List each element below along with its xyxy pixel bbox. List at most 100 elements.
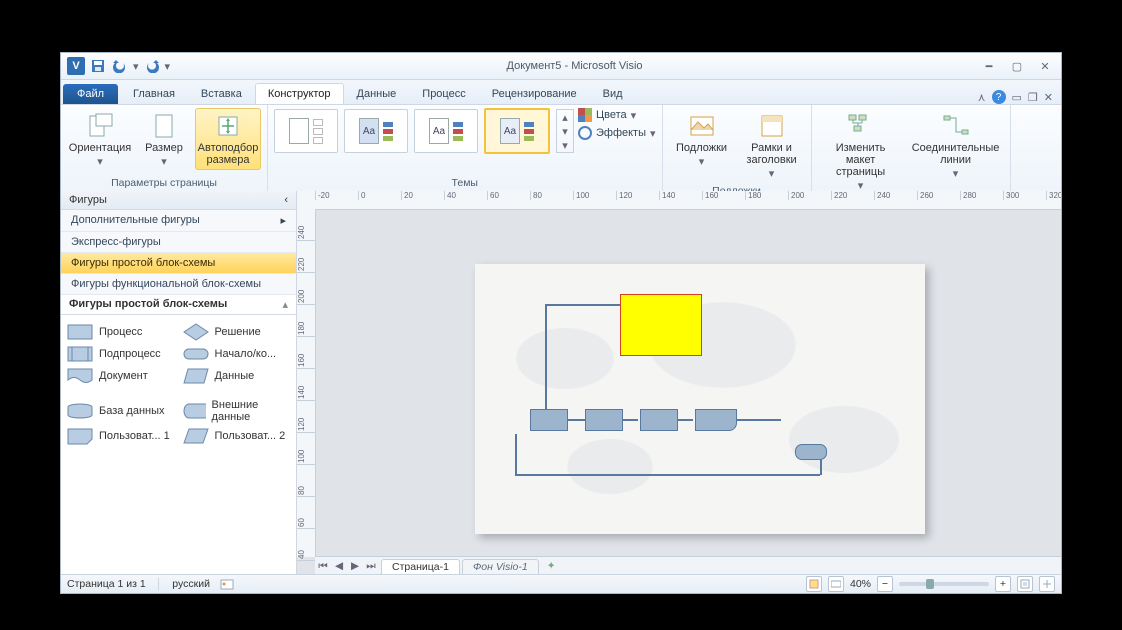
window-restore-doc-icon[interactable]: ❐: [1028, 91, 1038, 104]
shape-subprocess[interactable]: Подпроцесс: [67, 345, 175, 363]
flowchart-shape[interactable]: [640, 409, 678, 431]
tab-design[interactable]: Конструктор: [255, 83, 344, 104]
effects-button[interactable]: Эффекты ▾: [578, 126, 656, 140]
view-fullscreen-icon[interactable]: [828, 576, 844, 592]
window-minimize-doc-icon[interactable]: ▭: [1012, 91, 1022, 104]
zoom-slider[interactable]: [899, 582, 989, 586]
page-tab-background[interactable]: Фон Visio-1: [462, 559, 539, 574]
zoom-out-button[interactable]: −: [877, 576, 893, 592]
connectors-label: Соединительные линии: [911, 142, 1001, 166]
page-nav-last-icon[interactable]: ⏭: [363, 560, 379, 573]
shape-custom1[interactable]: Пользоват... 1: [67, 427, 175, 445]
borders-button[interactable]: Рамки и заголовки▾: [739, 108, 805, 184]
page-nav-next-icon[interactable]: ▶: [347, 560, 363, 573]
flowchart-shape[interactable]: [530, 409, 568, 431]
ribbon-tabs: Файл Главная Вставка Конструктор Данные …: [61, 80, 1061, 105]
shapes-pane-title: Фигуры: [69, 194, 107, 206]
theme-gallery-scroll[interactable]: ▴▾▾: [556, 109, 574, 153]
gallery-more-icon[interactable]: ▾: [557, 138, 573, 152]
shape-data[interactable]: Данные: [183, 367, 291, 385]
backgrounds-icon: [688, 112, 716, 140]
shape-decision[interactable]: Решение: [183, 323, 291, 341]
window-close-doc-icon[interactable]: ✕: [1044, 91, 1053, 104]
orientation-icon: [86, 112, 114, 140]
shape-startend[interactable]: Начало/ко...: [183, 345, 291, 363]
tab-insert[interactable]: Вставка: [188, 83, 255, 104]
tab-process[interactable]: Процесс: [409, 83, 478, 104]
theme-item-3[interactable]: Aa: [414, 109, 478, 153]
tab-home[interactable]: Главная: [120, 83, 188, 104]
zoom-in-button[interactable]: +: [995, 576, 1011, 592]
size-label: Размер: [145, 142, 183, 154]
page-tab-add-icon[interactable]: ✦: [539, 560, 564, 572]
drawing-page[interactable]: [475, 264, 925, 534]
quick-access-toolbar: V ▾ ▾: [67, 57, 170, 75]
page-tab-1[interactable]: Страница-1: [381, 559, 460, 574]
more-shapes-item[interactable]: Дополнительные фигуры▸: [61, 210, 296, 232]
redo-icon[interactable]: [143, 57, 161, 75]
zoom-level[interactable]: 40%: [850, 578, 871, 590]
tab-data[interactable]: Данные: [344, 83, 410, 104]
theme-item-2[interactable]: Aa: [344, 109, 408, 153]
status-language[interactable]: русский: [172, 578, 210, 590]
effects-icon: [578, 126, 592, 140]
drawing-canvas[interactable]: [315, 209, 1061, 557]
shape-database[interactable]: База данных: [67, 399, 175, 423]
shapes-pane: Фигуры ‹ Дополнительные фигуры▸ Экспресс…: [61, 191, 297, 575]
orientation-button[interactable]: Ориентация▾: [67, 108, 133, 172]
close-button[interactable]: ✕: [1035, 59, 1055, 73]
shapes-pane-collapse-icon[interactable]: ‹: [284, 194, 288, 206]
file-tab[interactable]: Файл: [63, 84, 118, 104]
window-title: Документ5 - Microsoft Visio: [170, 60, 979, 72]
borders-label: Рамки и заголовки: [742, 142, 802, 166]
colors-button[interactable]: Цвета ▾: [578, 108, 656, 122]
group-layout: Изменить макет страницы▾ Соединительные …: [812, 105, 1011, 191]
app-window: V ▾ ▾ Документ5 - Microsoft Visio ━ ▢ ✕: [60, 52, 1062, 594]
flowchart-shape[interactable]: [585, 409, 623, 431]
chevron-down-icon[interactable]: ▾: [557, 124, 573, 138]
flowchart-terminator[interactable]: [795, 444, 827, 460]
macro-record-icon[interactable]: [220, 577, 234, 591]
connectors-icon: [942, 112, 970, 140]
backgrounds-button[interactable]: Подложки▾: [669, 108, 735, 172]
shape-process[interactable]: Процесс: [67, 323, 175, 341]
maximize-button[interactable]: ▢: [1007, 59, 1027, 73]
chevron-right-icon: ▸: [280, 214, 286, 227]
theme-item-4[interactable]: Aa: [484, 108, 550, 154]
save-icon[interactable]: [89, 57, 107, 75]
relayout-button[interactable]: Изменить макет страницы▾: [818, 108, 904, 196]
page-nav-first-icon[interactable]: ⏮: [315, 560, 331, 573]
ribbon: Ориентация▾ Размер▾ Автоподбор размера П…: [61, 105, 1061, 192]
connectors-button[interactable]: Соединительные линии▾: [908, 108, 1004, 184]
qat-dropdown-icon[interactable]: ▾: [133, 60, 139, 73]
relayout-icon: [847, 112, 875, 140]
orientation-label: Ориентация: [69, 142, 131, 154]
tab-view[interactable]: Вид: [590, 83, 636, 104]
theme-item-1[interactable]: [274, 109, 338, 153]
group-backgrounds: Подложки▾ Рамки и заголовки▾ Подложки: [663, 105, 812, 191]
autosize-button[interactable]: Автоподбор размера: [195, 108, 261, 170]
tab-review[interactable]: Рецензирование: [479, 83, 590, 104]
undo-icon[interactable]: [111, 57, 129, 75]
crossfunc-flowchart-item[interactable]: Фигуры функциональной блок-схемы: [61, 274, 296, 295]
stencil-title: Фигуры простой блок-схемы ▴: [61, 295, 296, 315]
size-button[interactable]: Размер▾: [137, 108, 191, 172]
stencil-scroll-up-icon[interactable]: ▴: [282, 298, 288, 311]
pan-zoom-icon[interactable]: [1039, 576, 1055, 592]
fit-page-icon[interactable]: [1017, 576, 1033, 592]
page-nav-prev-icon[interactable]: ◀: [331, 560, 347, 573]
shape-external[interactable]: Внешние данные: [183, 399, 291, 423]
basic-flowchart-item[interactable]: Фигуры простой блок-схемы: [61, 253, 296, 274]
autosize-icon: [214, 112, 242, 140]
status-bar: Страница 1 из 1 │ русский 40% − +: [61, 574, 1061, 593]
quick-shapes-item[interactable]: Экспресс-фигуры: [61, 232, 296, 253]
flowchart-shape[interactable]: [695, 409, 737, 431]
chevron-up-icon[interactable]: ▴: [557, 110, 573, 124]
highlighted-shape[interactable]: [620, 294, 702, 356]
help-icon[interactable]: ?: [992, 90, 1006, 104]
ribbon-minimize-icon[interactable]: ⋏: [977, 91, 985, 104]
view-normal-icon[interactable]: [806, 576, 822, 592]
shape-custom2[interactable]: Пользоват... 2: [183, 427, 291, 445]
shape-document[interactable]: Документ: [67, 367, 175, 385]
minimize-button[interactable]: ━: [979, 59, 999, 73]
